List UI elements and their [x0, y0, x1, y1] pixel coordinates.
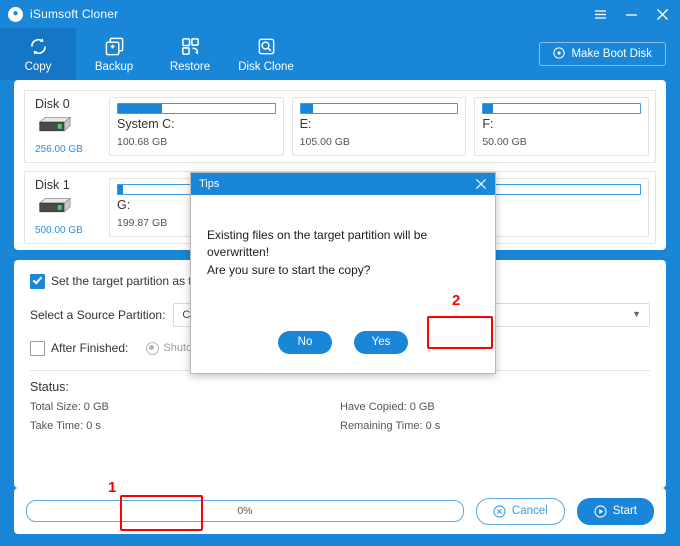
dialog-footer: No Yes	[191, 311, 495, 373]
dialog-body: Existing files on the target partition w…	[191, 195, 495, 311]
close-icon[interactable]	[475, 178, 487, 190]
application-window: ● iSumsoft Cloner Copy Backup Restore Di…	[0, 0, 680, 546]
no-button[interactable]: No	[278, 330, 332, 354]
dialog-overlay: Tips Existing files on the target partit…	[0, 0, 680, 546]
dialog-message-line2: Are you sure to start the copy?	[207, 262, 371, 277]
no-label: No	[297, 336, 313, 348]
tips-dialog: Tips Existing files on the target partit…	[190, 172, 496, 374]
dialog-message-line1: Existing files on the target partition w…	[207, 227, 428, 260]
dialog-title-bar: Tips	[191, 173, 495, 195]
dialog-title: Tips	[199, 178, 220, 190]
yes-label: Yes	[371, 336, 391, 348]
yes-button[interactable]: Yes	[354, 330, 408, 354]
